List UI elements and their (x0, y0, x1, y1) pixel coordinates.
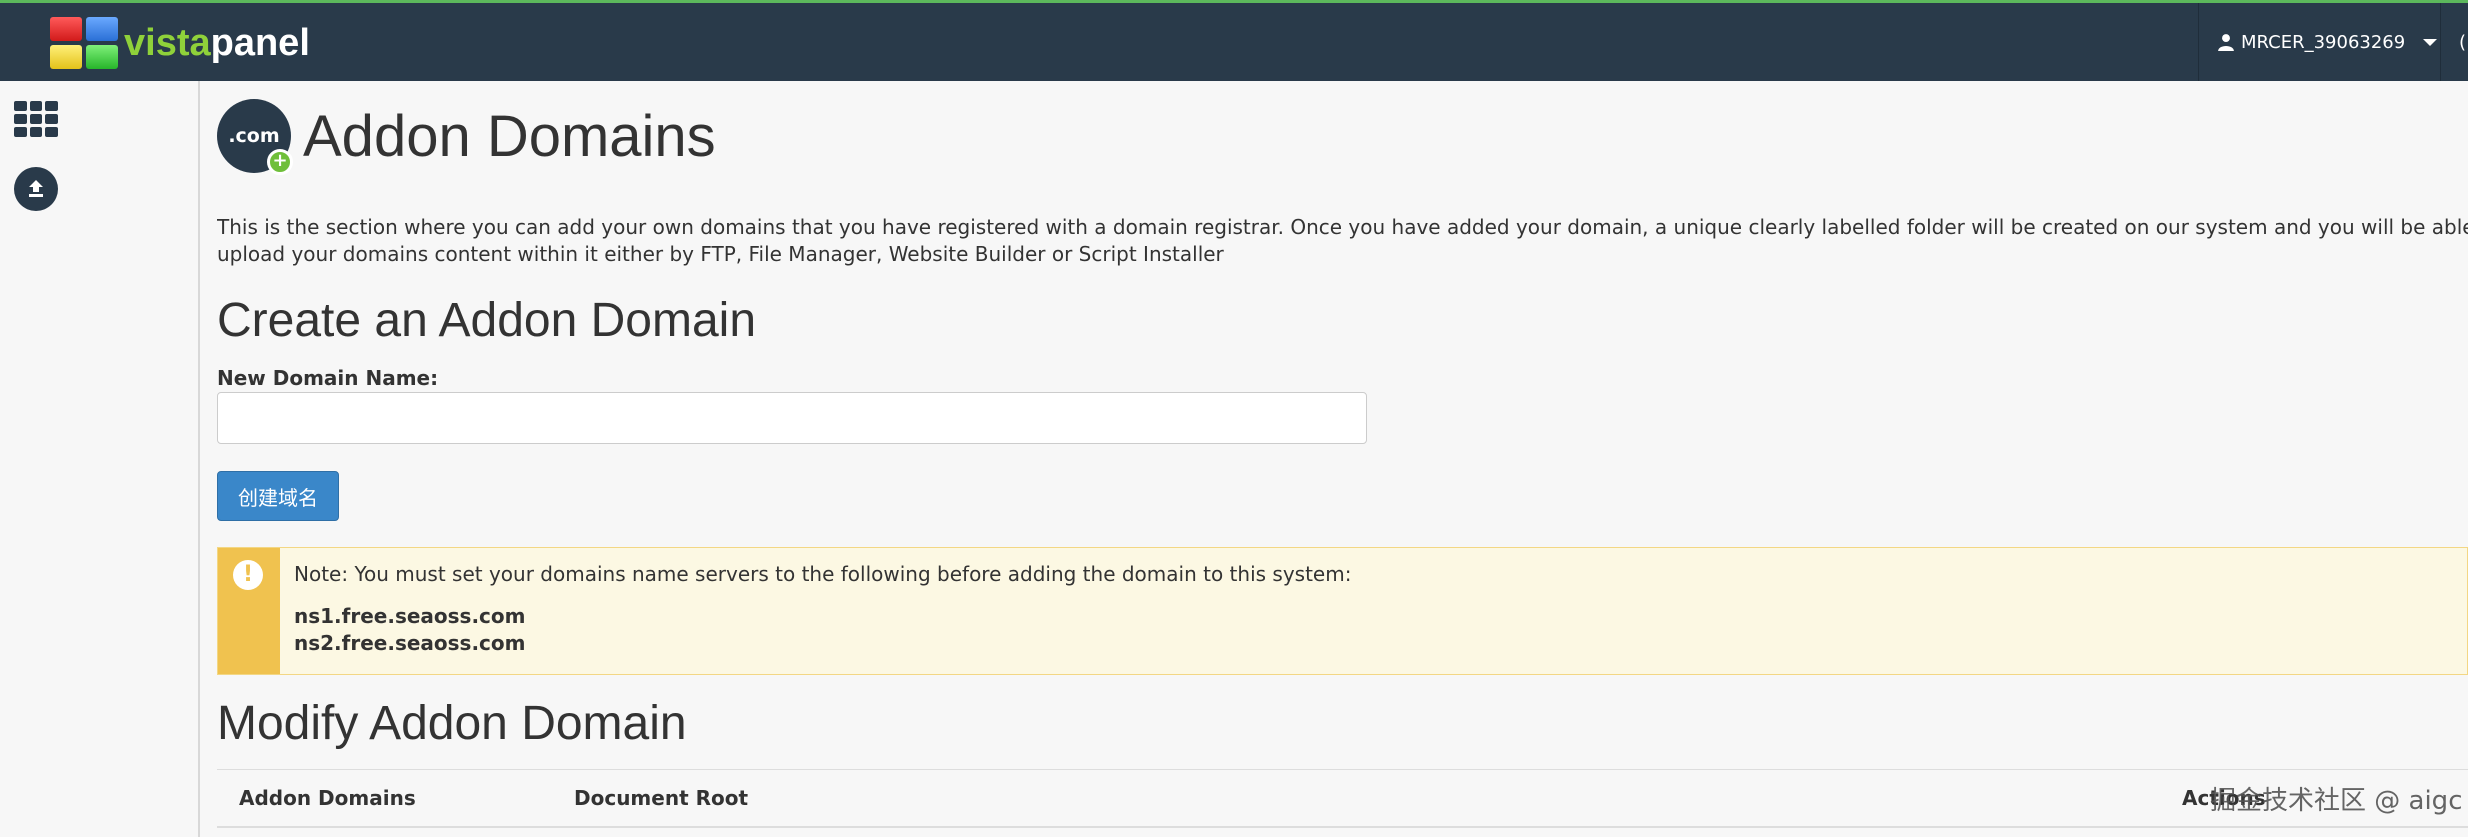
table-divider (217, 826, 2468, 828)
apps-grid-icon[interactable] (14, 101, 58, 137)
dotcom-domain-icon: .com + (217, 99, 293, 175)
page-description: This is the section where you can add yo… (217, 215, 2468, 266)
nameserver-2: ns2.free.seaoss.com (294, 631, 526, 655)
exclamation-icon: ! (233, 560, 263, 590)
chevron-down-icon (2423, 38, 2438, 46)
user-icon (2218, 34, 2234, 51)
nameserver-alert: ! Note: You must set your domains name s… (217, 547, 2468, 675)
username: MRCER_39063269 (2241, 31, 2406, 53)
alert-sidebar: ! (218, 548, 280, 674)
vistapanel-logo[interactable]: vistapanel (50, 15, 310, 71)
create-domain-button[interactable]: 创建域名 (217, 471, 339, 521)
create-addon-heading: Create an Addon Domain (217, 294, 757, 347)
column-header-addon-domains: Addon Domains (239, 786, 416, 810)
user-menu[interactable]: MRCER_39063269 (2198, 3, 2468, 81)
main-content: .com + Addon Domains This is the section… (217, 81, 2468, 837)
sidebar (0, 81, 200, 837)
page-title: Addon Domains (303, 103, 716, 169)
modify-addon-heading: Modify Addon Domain (217, 697, 687, 750)
nameserver-1: ns1.free.seaoss.com (294, 604, 526, 628)
plus-icon: + (267, 149, 293, 175)
upload-arrow-icon (29, 180, 43, 197)
new-domain-label: New Domain Name: (217, 366, 439, 390)
upload-icon[interactable] (14, 167, 58, 211)
watermark: 掘金技术社区 @ aigc (2210, 786, 2463, 816)
logo-squares-icon (50, 17, 118, 69)
page-header: .com + Addon Domains (217, 98, 716, 175)
addon-domains-table: Addon Domains Document Root Actions (217, 769, 2468, 837)
top-navbar: vistapanel MRCER_39063269 ( (0, 0, 2468, 81)
header-cut-item[interactable]: ( (2440, 3, 2466, 81)
alert-note-text: Note: You must set your domains name ser… (294, 562, 1352, 586)
new-domain-input[interactable] (217, 392, 1367, 444)
column-header-document-root: Document Root (574, 786, 749, 810)
logo-text: vistapanel (124, 21, 310, 64)
